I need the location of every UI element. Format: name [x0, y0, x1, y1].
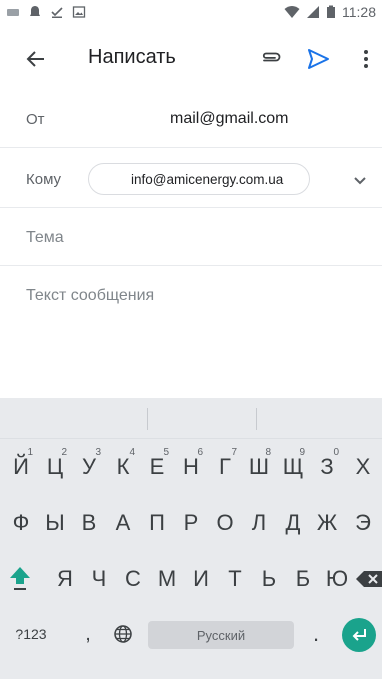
key[interactable]: Ь — [250, 554, 288, 604]
subject-field[interactable]: Тема — [0, 208, 382, 266]
status-system: 11:28 — [284, 4, 376, 20]
key[interactable]: К4 — [104, 442, 142, 492]
recipient-chip-text: info@amicenergy.com.ua — [131, 172, 284, 187]
keyboard: Й1 Ц2 У3 К4 Е5 Н6 Г7 Ш8 Щ9 З0 Х Ф Ы В А … — [0, 398, 382, 679]
backspace-icon — [356, 571, 382, 587]
key[interactable]: Н6 — [172, 442, 210, 492]
key[interactable]: В — [70, 498, 108, 548]
shift-key[interactable] — [4, 554, 36, 604]
notification-icon — [7, 9, 19, 16]
more-vert-icon — [364, 50, 368, 68]
arrow-back-icon — [26, 51, 44, 67]
key[interactable]: Э — [344, 498, 382, 548]
recipient-chip[interactable]: info@amicenergy.com.ua — [88, 163, 310, 195]
chevron-down-icon — [354, 177, 366, 185]
key[interactable]: У3 — [70, 442, 108, 492]
from-label: От — [26, 111, 45, 128]
from-row[interactable]: От mail@gmail.com — [0, 92, 382, 148]
key[interactable]: О — [206, 498, 244, 548]
keyboard-row-3: Я Ч С М И Т Ь Б Ю — [0, 554, 382, 604]
key[interactable]: Ж — [308, 498, 346, 548]
keyboard-row-1: Й1 Ц2 У3 К4 Е5 Н6 Г7 Ш8 Щ9 З0 Х — [0, 442, 382, 492]
key[interactable]: Т — [216, 554, 254, 604]
key[interactable]: Ц2 — [36, 442, 74, 492]
key[interactable]: З0 — [308, 442, 346, 492]
wifi-icon — [284, 6, 300, 18]
key[interactable]: А — [104, 498, 142, 548]
key[interactable]: Ш8 — [240, 442, 278, 492]
key[interactable]: Р — [172, 498, 210, 548]
key[interactable]: С — [114, 554, 152, 604]
key[interactable]: Л — [240, 498, 278, 548]
key[interactable]: Ф — [2, 498, 40, 548]
keyboard-row-2: Ф Ы В А П Р О Л Д Ж Э — [0, 498, 382, 548]
enter-key[interactable] — [342, 618, 376, 652]
paperclip-icon — [262, 52, 281, 62]
more-options-button[interactable] — [356, 45, 376, 73]
key[interactable]: Д — [274, 498, 312, 548]
bell-icon — [30, 6, 40, 16]
key[interactable]: Ы — [36, 498, 74, 548]
space-key[interactable]: Русский — [148, 621, 294, 649]
body-field[interactable]: Текст сообщения — [26, 287, 154, 305]
key[interactable]: Х — [344, 442, 382, 492]
status-notifications — [6, 5, 86, 19]
app-bar: Написать — [0, 26, 382, 92]
suggestion-divider — [256, 408, 257, 430]
period-key[interactable]: . — [304, 610, 328, 658]
key[interactable]: И — [182, 554, 220, 604]
subject-placeholder: Тема — [26, 229, 64, 246]
key[interactable]: Я — [46, 554, 84, 604]
attach-button[interactable] — [258, 46, 284, 72]
comma-key[interactable]: , — [74, 610, 102, 658]
keyboard-row-4: ?123 , Русский . — [0, 610, 382, 660]
key[interactable]: Щ9 — [274, 442, 312, 492]
expand-recipients-button[interactable] — [348, 168, 372, 192]
page-title: Написать — [88, 46, 176, 68]
status-bar: 11:28 — [0, 0, 382, 26]
language-key[interactable] — [108, 610, 138, 658]
key[interactable]: Ч — [80, 554, 118, 604]
status-time: 11:28 — [342, 4, 376, 20]
globe-icon — [114, 625, 132, 643]
image-icon — [72, 6, 86, 18]
to-row[interactable]: Кому info@amicenergy.com.ua — [0, 148, 382, 208]
back-button[interactable] — [22, 45, 50, 73]
download-done-icon — [51, 7, 63, 18]
key[interactable]: П — [138, 498, 176, 548]
key[interactable]: Й1 — [2, 442, 40, 492]
key[interactable]: Е5 — [138, 442, 176, 492]
backspace-key[interactable] — [356, 554, 382, 604]
numbers-key[interactable]: ?123 — [6, 610, 56, 658]
from-value[interactable]: mail@gmail.com — [170, 110, 288, 128]
signal-icon — [307, 6, 319, 18]
battery-icon — [327, 5, 335, 18]
key[interactable]: Ю — [318, 554, 356, 604]
send-icon — [308, 49, 329, 69]
key[interactable]: Г7 — [206, 442, 244, 492]
suggestion-bar — [0, 398, 382, 439]
enter-icon — [352, 629, 366, 641]
key[interactable]: Б — [284, 554, 322, 604]
suggestion-divider — [147, 408, 148, 430]
shift-icon — [10, 567, 30, 590]
key[interactable]: М — [148, 554, 186, 604]
send-button[interactable] — [304, 45, 332, 73]
to-label: Кому — [26, 171, 62, 188]
